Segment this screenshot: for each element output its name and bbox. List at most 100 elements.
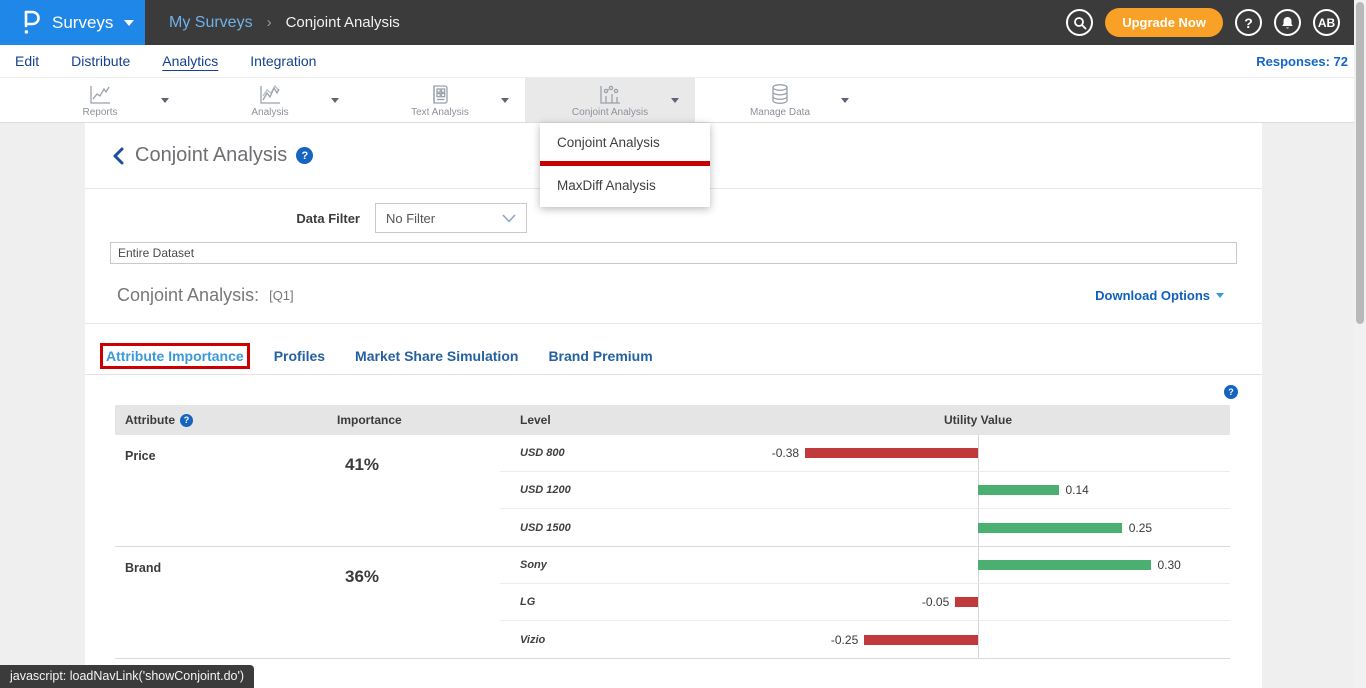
menu-item-maxdiff-analysis[interactable]: MaxDiff Analysis (540, 166, 710, 207)
tool-label: Manage Data (750, 107, 810, 118)
download-options-label: Download Options (1095, 288, 1210, 303)
utility-value: -0.25 (822, 633, 858, 647)
data-filter-row: Data Filter No Filter (85, 203, 1262, 233)
tab-market-share-simulation[interactable]: Market Share Simulation (355, 348, 518, 364)
product-menu-label: Surveys (52, 13, 113, 33)
breadcrumb-parent-link[interactable]: My Surveys (169, 14, 253, 32)
tool-analysis[interactable]: Analysis (185, 78, 355, 122)
attribute-name: Price (115, 435, 337, 546)
data-filter-label: Data Filter (85, 211, 360, 226)
data-filter-select[interactable]: No Filter (375, 203, 527, 233)
status-link-tooltip: javascript: loadNavLink('showConjoint.do… (0, 665, 254, 688)
nav-distribute[interactable]: Distribute (71, 51, 130, 71)
tool-label: Reports (82, 107, 117, 118)
table-help-row: ? (85, 385, 1262, 399)
notifications-button[interactable] (1274, 9, 1301, 36)
attribute-header-label: Attribute (125, 413, 175, 427)
utility-value: 0.30 (1158, 558, 1194, 572)
analytics-toolbar: Reports Analysis Text Analysis Conjoint … (0, 78, 1366, 123)
title-help-icon[interactable]: ? (296, 147, 313, 164)
level-label: Vizio (500, 634, 545, 646)
tool-conjoint-analysis[interactable]: Conjoint Analysis (525, 78, 695, 122)
chevron-down-icon (161, 98, 169, 103)
utility-bar (864, 635, 978, 645)
level-label: LG (500, 596, 535, 608)
tool-text-analysis[interactable]: Text Analysis (355, 78, 525, 122)
utility-bar (978, 560, 1151, 570)
chevron-down-icon (671, 98, 679, 103)
text-report-icon (430, 83, 450, 105)
product-menu[interactable]: Surveys (0, 0, 145, 45)
column-header-level: Level (500, 413, 551, 427)
chevron-down-icon (1216, 293, 1224, 298)
utility-value: -0.38 (763, 446, 799, 460)
download-options-link[interactable]: Download Options (1095, 288, 1224, 303)
question-reference: [Q1] (269, 288, 294, 303)
responses-count: Responses: 72 (1256, 54, 1348, 69)
level-row: USD 1200 0.14 (500, 472, 1230, 509)
vertical-scrollbar[interactable] (1354, 0, 1366, 688)
dataset-row (110, 242, 1237, 264)
level-row: LG -0.05 (500, 584, 1230, 621)
level-rows: Sony 0.30 LG -0.05 Vizio -0.25 (500, 547, 1230, 658)
tool-label: Text Analysis (411, 107, 469, 118)
data-filter-value: No Filter (386, 211, 502, 226)
menu-item-conjoint-analysis[interactable]: Conjoint Analysis (540, 123, 710, 154)
utility-value: 0.25 (1129, 521, 1165, 535)
chevron-down-icon (501, 98, 509, 103)
help-button[interactable]: ? (1235, 9, 1262, 36)
utility-bar (805, 448, 978, 458)
upgrade-now-button[interactable]: Upgrade Now (1105, 8, 1223, 37)
level-rows: USD 800 -0.38 USD 1200 0.14 USD 1500 0.2… (500, 435, 1230, 546)
avatar[interactable]: AB (1313, 9, 1340, 36)
scrollbar-thumb[interactable] (1356, 2, 1364, 324)
level-row: USD 800 -0.38 (500, 435, 1230, 472)
content-card: Conjoint Analysis ? Data Filter No Filte… (85, 123, 1262, 688)
level-label: USD 800 (500, 447, 565, 459)
nav-analytics[interactable]: Analytics (162, 51, 218, 71)
nav-edit[interactable]: Edit (15, 51, 39, 71)
tool-label: Conjoint Analysis (572, 107, 648, 118)
chevron-down-icon (124, 20, 134, 26)
dataset-input[interactable] (110, 242, 1237, 264)
attribute-group-price: Price 41% USD 800 -0.38 USD 1200 0.14 (115, 435, 1230, 547)
analysis-heading: Conjoint Analysis: (117, 285, 259, 306)
importance-value: 41% (337, 435, 500, 546)
back-button[interactable] (112, 147, 125, 165)
questionpro-logo-icon (20, 10, 41, 35)
attribute-help-icon[interactable]: ? (180, 414, 193, 427)
utility-bar (955, 597, 978, 607)
nav-integration[interactable]: Integration (250, 51, 316, 71)
importance-value: 36% (337, 547, 500, 658)
tool-label: Analysis (251, 107, 288, 118)
chevron-down-icon (502, 214, 516, 223)
level-row: USD 1500 0.25 (500, 509, 1230, 546)
tool-manage-data[interactable]: Manage Data (695, 78, 865, 122)
page-background: Conjoint Analysis ? Data Filter No Filte… (0, 123, 1366, 688)
utility-value: -0.05 (913, 595, 949, 609)
tab-attribute-importance[interactable]: Attribute Importance (100, 343, 250, 369)
utility-value: 0.14 (1066, 483, 1102, 497)
conjoint-chart-icon (598, 83, 622, 105)
level-row: Vizio -0.25 (500, 621, 1230, 658)
search-button[interactable] (1066, 9, 1093, 36)
analysis-heading-row: Conjoint Analysis: [Q1] Download Options (85, 285, 1262, 306)
question-mark-icon: ? (1244, 15, 1253, 31)
tool-reports[interactable]: Reports (15, 78, 185, 122)
column-header-importance: Importance (337, 413, 500, 427)
breadcrumb-current: Conjoint Analysis (286, 14, 400, 31)
level-row: Sony 0.30 (500, 547, 1230, 584)
tab-profiles[interactable]: Profiles (274, 348, 325, 364)
level-label: USD 1200 (500, 484, 571, 496)
page-title: Conjoint Analysis (135, 144, 287, 167)
attribute-importance-table: Attribute ? Importance Level Utility Val… (115, 405, 1230, 659)
level-label: Sony (500, 559, 547, 571)
search-icon (1073, 16, 1087, 30)
database-icon (769, 83, 791, 105)
multi-line-chart-icon (258, 83, 282, 105)
attribute-name: Brand (115, 547, 337, 658)
tab-brand-premium[interactable]: Brand Premium (548, 348, 652, 364)
table-help-icon[interactable]: ? (1224, 385, 1238, 399)
bell-icon (1281, 16, 1294, 30)
attribute-group-brand: Brand 36% Sony 0.30 LG -0.05 Vi (115, 547, 1230, 659)
